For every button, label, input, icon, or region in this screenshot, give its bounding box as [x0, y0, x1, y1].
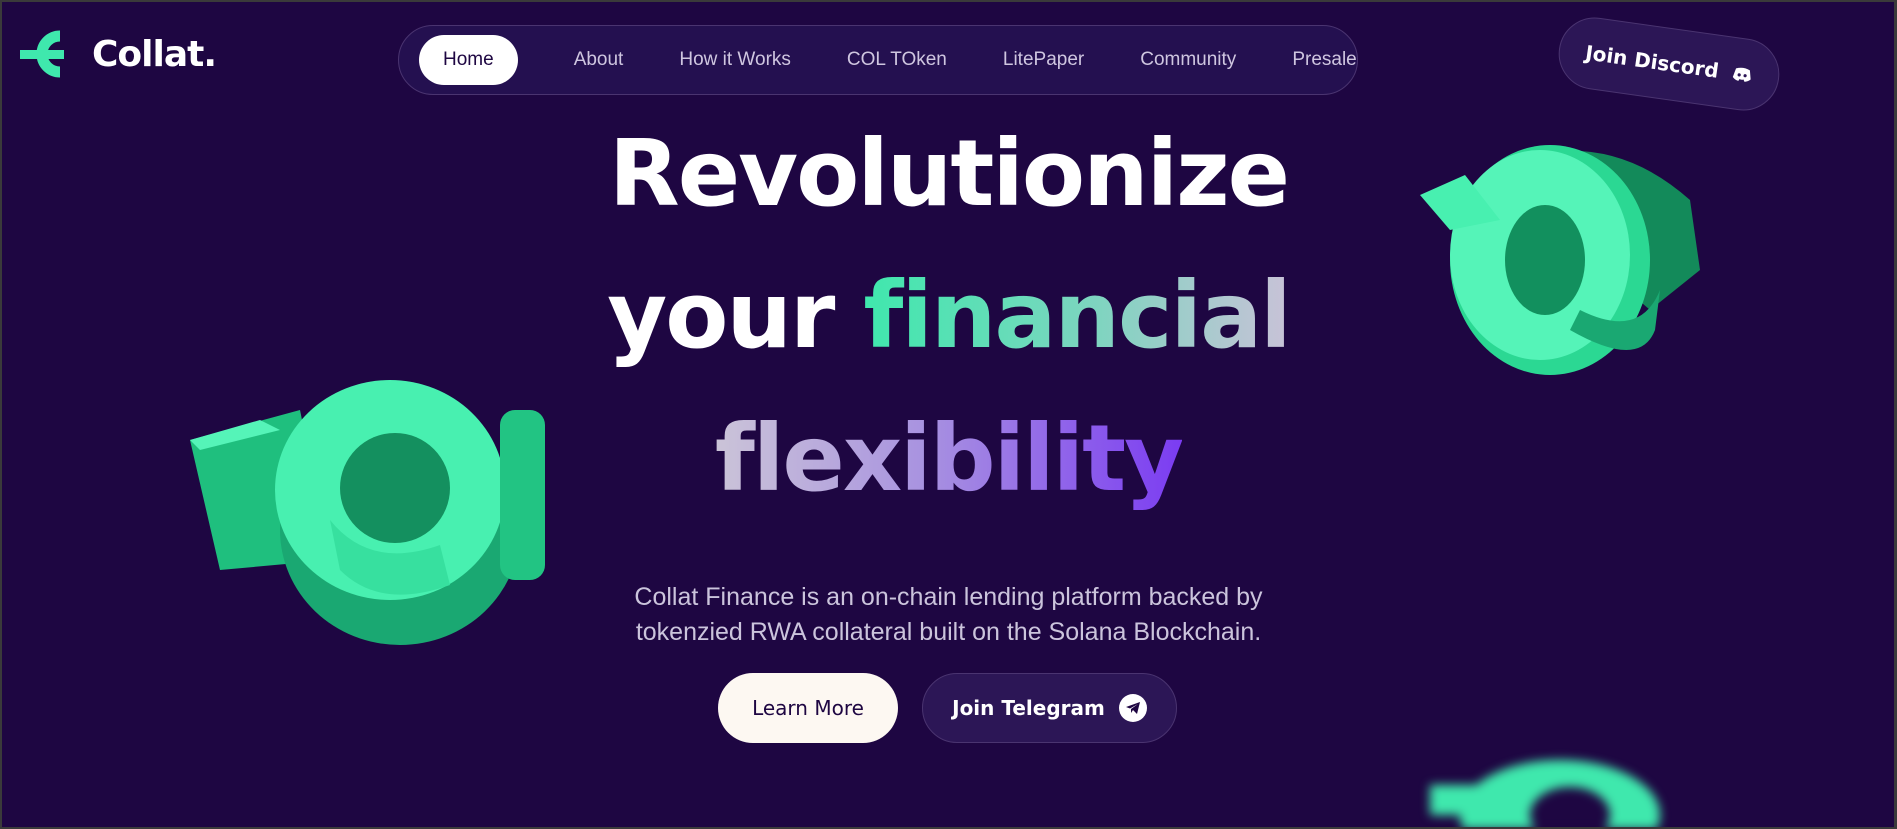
hero-description-line-1: Collat Finance is an on-chain lending pl… [634, 583, 1263, 611]
hero-headline-line-2: your financial [0, 270, 1897, 362]
hero-word-your: your [607, 262, 835, 369]
hero-headline-line-1: Revolutionize [608, 120, 1290, 227]
hero-word-financial: financial [863, 262, 1291, 369]
join-telegram-button[interactable]: Join Telegram [922, 673, 1177, 743]
hero-description: Collat Finance is an on-chain lending pl… [0, 580, 1897, 650]
nav-item-presale[interactable]: Presale [1264, 35, 1384, 85]
collat-3d-logo-blurred [1430, 760, 1660, 829]
join-telegram-label: Join Telegram [952, 696, 1105, 720]
hero-word-flexibility: flexibility [714, 405, 1184, 512]
brand-logo[interactable]: Collat. [20, 30, 217, 78]
learn-more-button[interactable]: Learn More [718, 673, 898, 743]
nav-item-col-token[interactable]: COL TOken [819, 35, 975, 85]
telegram-icon [1118, 694, 1147, 722]
nav-item-about[interactable]: About [546, 35, 652, 85]
main-nav: Home About How it Works COL TOken LitePa… [398, 25, 1358, 95]
nav-item-how-it-works[interactable]: How it Works [651, 35, 819, 85]
nav-item-community[interactable]: Community [1112, 35, 1264, 85]
brand-name: Collat. [92, 33, 217, 75]
nav-item-litepaper[interactable]: LitePaper [975, 35, 1112, 85]
join-discord-button[interactable]: Join Discord [1554, 12, 1784, 116]
collat-logo-icon [20, 30, 64, 78]
join-discord-label: Join Discord [1583, 40, 1721, 83]
discord-icon [1732, 67, 1751, 82]
hero-description-line-2: tokenzied RWA collateral built on the So… [635, 618, 1262, 646]
hero-headline-line-3: flexibility [0, 413, 1897, 505]
nav-item-home[interactable]: Home [419, 35, 518, 85]
